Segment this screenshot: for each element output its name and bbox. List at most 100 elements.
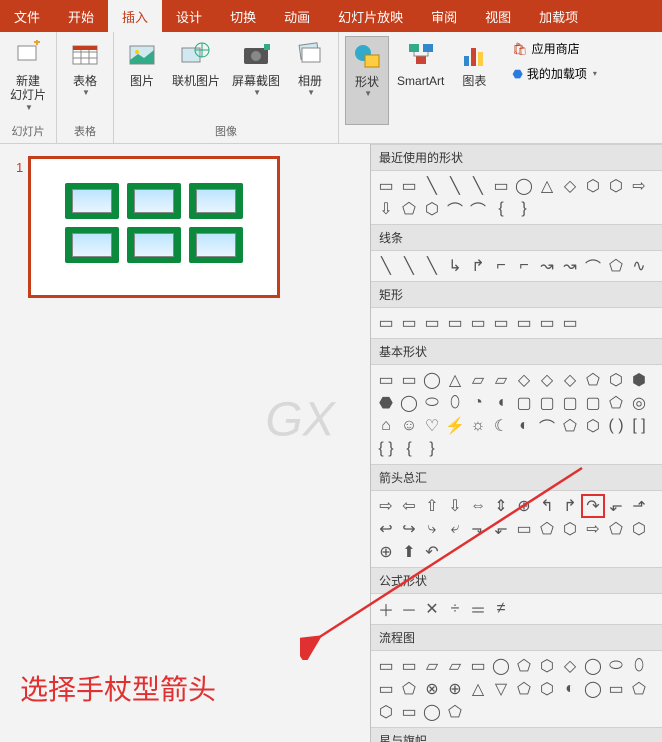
shape-item[interactable]: ▽ <box>490 678 512 700</box>
shape-item[interactable]: ⌒ <box>467 198 489 220</box>
shape-item[interactable]: ⊕ <box>513 495 535 517</box>
shape-item[interactable]: ☼ <box>467 415 489 437</box>
shape-item[interactable]: ⇕ <box>490 495 512 517</box>
shape-item[interactable]: ⬠ <box>398 678 420 700</box>
shape-item[interactable]: ◯ <box>421 369 443 391</box>
shape-item[interactable]: { <box>398 438 420 460</box>
shape-item[interactable]: ＝ <box>467 598 489 620</box>
shape-item[interactable]: ↝ <box>559 255 581 277</box>
tab-slideshow[interactable]: 幻灯片放映 <box>324 0 417 32</box>
shape-item[interactable]: ◇ <box>536 369 558 391</box>
shape-item[interactable]: ☺ <box>398 415 420 437</box>
shape-item[interactable]: ╲ <box>444 175 466 197</box>
shape-item[interactable]: ⌒ <box>536 415 558 437</box>
shape-item[interactable]: ↳ <box>444 255 466 277</box>
shape-item[interactable]: ◇ <box>559 175 581 197</box>
shape-item[interactable]: ▭ <box>398 369 420 391</box>
shape-item[interactable]: ⌂ <box>375 415 397 437</box>
tab-review[interactable]: 审阅 <box>417 0 471 32</box>
shape-item[interactable]: ▢ <box>559 392 581 414</box>
shape-item[interactable]: ⤶ <box>444 518 466 540</box>
tab-addins[interactable]: 加载项 <box>525 0 592 32</box>
slide-thumbnail[interactable] <box>28 156 280 298</box>
shape-item[interactable]: ▭ <box>605 678 627 700</box>
shape-item[interactable]: ⬠ <box>444 701 466 723</box>
shape-item[interactable]: ▭ <box>490 312 512 334</box>
online-picture-button[interactable]: 联机图片 <box>168 36 224 121</box>
shape-item[interactable]: ◯ <box>398 392 420 414</box>
shape-item[interactable]: ⬭ <box>421 392 443 414</box>
shape-item[interactable]: ⬡ <box>582 415 604 437</box>
shape-item[interactable]: ◯ <box>421 701 443 723</box>
shape-item[interactable]: ▭ <box>375 369 397 391</box>
shape-item[interactable]: ▭ <box>375 655 397 677</box>
shape-item[interactable]: ⊗ <box>421 678 443 700</box>
shape-item[interactable]: ▭ <box>444 312 466 334</box>
shape-item[interactable]: ◇ <box>513 369 535 391</box>
shape-item[interactable]: ▭ <box>421 312 443 334</box>
tab-file[interactable]: 文件 <box>0 0 54 32</box>
shape-item[interactable]: △ <box>536 175 558 197</box>
shape-item[interactable]: ╲ <box>375 255 397 277</box>
shape-item[interactable]: ⬠ <box>605 255 627 277</box>
shape-item[interactable]: ╲ <box>421 255 443 277</box>
shape-item[interactable]: ↰ <box>536 495 558 517</box>
shape-item[interactable]: ▭ <box>490 175 512 197</box>
shape-item[interactable]: ▱ <box>421 655 443 677</box>
shape-item[interactable]: ↷ <box>582 495 604 517</box>
shape-item[interactable] <box>444 438 466 460</box>
my-addins-button[interactable]: ⬣ 我的加载项 ▾ <box>508 63 601 84</box>
tab-insert[interactable]: 插入 <box>108 0 162 32</box>
shape-item[interactable]: } <box>513 198 535 220</box>
shape-item[interactable]: ▱ <box>467 369 489 391</box>
shape-item[interactable]: ⇩ <box>444 495 466 517</box>
shape-item[interactable]: ⬯ <box>628 655 650 677</box>
shape-item[interactable]: ◎ <box>628 392 650 414</box>
shape-item[interactable]: ▭ <box>513 312 535 334</box>
shape-item[interactable]: ♡ <box>421 415 443 437</box>
shape-item[interactable]: ▢ <box>536 392 558 414</box>
shape-item[interactable] <box>536 198 558 220</box>
shape-item[interactable]: ▭ <box>513 518 535 540</box>
shape-item[interactable]: ▱ <box>444 655 466 677</box>
shape-item[interactable]: } <box>421 438 443 460</box>
shape-item[interactable]: ⬠ <box>536 518 558 540</box>
shape-item[interactable]: ∿ <box>628 255 650 277</box>
screenshot-button[interactable]: 屏幕截图 ▼ <box>228 36 284 121</box>
shape-item[interactable] <box>490 438 512 460</box>
shape-item[interactable]: ⬡ <box>536 655 558 677</box>
shape-item[interactable]: ⬡ <box>375 701 397 723</box>
shape-item[interactable]: ⬠ <box>513 655 535 677</box>
shape-item[interactable]: ✕ <box>421 598 443 620</box>
shape-item[interactable]: ⬡ <box>605 369 627 391</box>
shape-item[interactable]: ⬠ <box>513 678 535 700</box>
shape-item[interactable]: ⇦ <box>398 495 420 517</box>
shape-item[interactable]: ⌐ <box>513 255 535 277</box>
picture-button[interactable]: 图片 <box>120 36 164 121</box>
shape-item[interactable]: ╲ <box>398 255 420 277</box>
shape-item[interactable]: ⬏ <box>628 495 650 517</box>
shape-item[interactable]: ⬡ <box>536 678 558 700</box>
shape-item[interactable]: ⬠ <box>398 198 420 220</box>
shape-item[interactable]: ⚡ <box>444 415 466 437</box>
shape-item[interactable]: ⇩ <box>375 198 397 220</box>
new-slide-button[interactable]: 新建 幻灯片 ▼ <box>6 36 50 121</box>
store-button[interactable]: 🛍 应用商店 <box>508 38 601 59</box>
shape-item[interactable]: ▭ <box>398 312 420 334</box>
shape-item[interactable]: ⇔ <box>467 495 489 517</box>
shape-item[interactable]: ▭ <box>467 655 489 677</box>
shape-item[interactable]: ▭ <box>398 175 420 197</box>
shape-item[interactable]: ⬠ <box>559 415 581 437</box>
shape-item[interactable]: ◇ <box>559 655 581 677</box>
shape-item[interactable]: － <box>398 598 420 620</box>
shape-item[interactable]: ⬠ <box>628 678 650 700</box>
shape-item[interactable]: ▭ <box>559 312 581 334</box>
shape-item[interactable]: ▢ <box>513 392 535 414</box>
shape-item[interactable]: ↱ <box>559 495 581 517</box>
shape-item[interactable]: ▭ <box>375 312 397 334</box>
shape-item[interactable]: ⤷ <box>421 518 443 540</box>
shape-item[interactable]: ╲ <box>421 175 443 197</box>
shape-item[interactable]: ◯ <box>513 175 535 197</box>
shape-item[interactable]: ╲ <box>467 175 489 197</box>
shape-item[interactable]: ↶ <box>421 541 443 563</box>
